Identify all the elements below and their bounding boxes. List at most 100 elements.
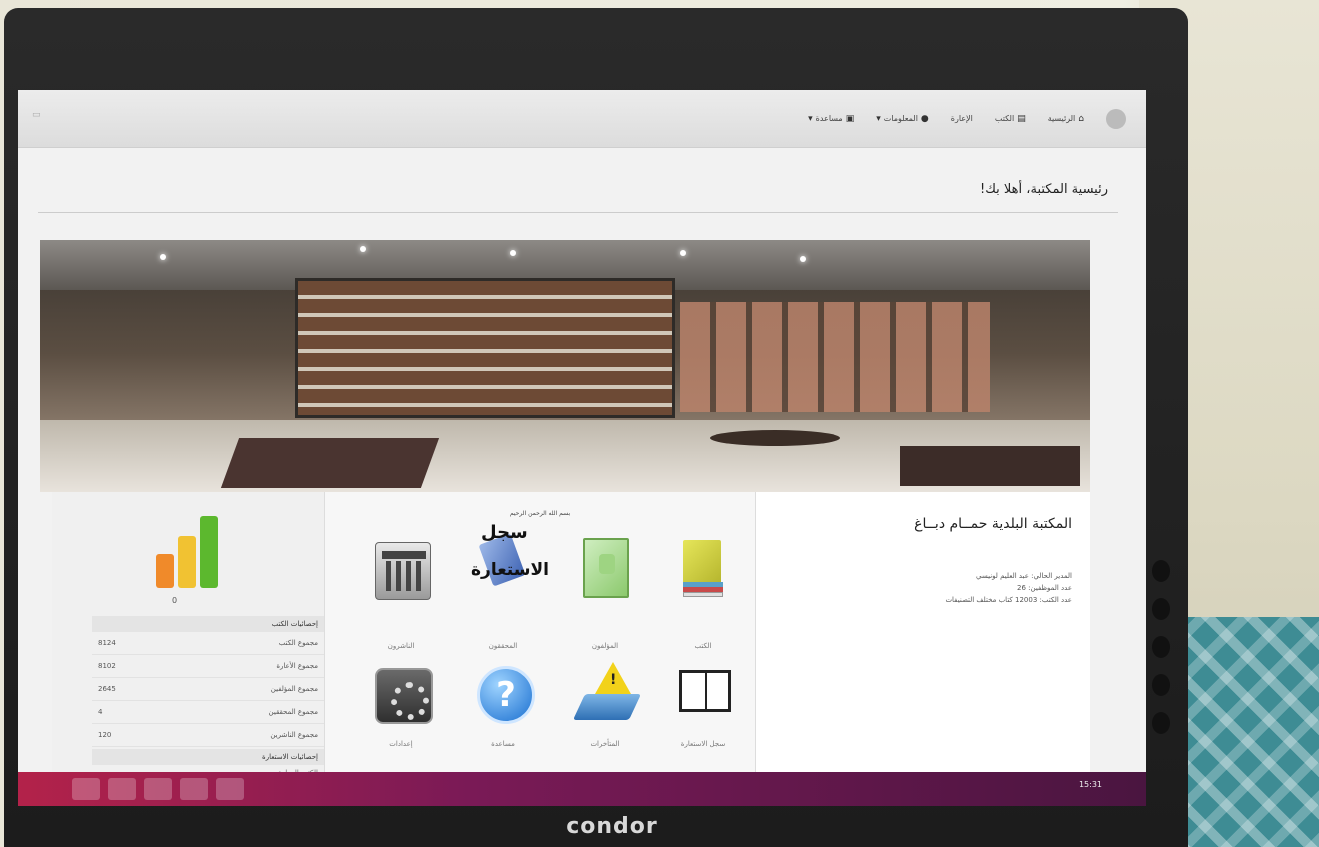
- tile-publishers[interactable]: الناشرون: [353, 536, 449, 656]
- nav-item-label: الإعارة: [950, 114, 973, 123]
- tile-label: إعدادات: [389, 740, 413, 748]
- books-icon: [673, 536, 733, 602]
- tile-borrow-log[interactable]: سجل الاستعارة: [655, 662, 751, 782]
- tile-label: المحققون: [488, 642, 518, 650]
- table-row: مجموع الكتب 8124: [92, 632, 324, 655]
- stats-table: إحصائيات الكتب مجموع الكتب 8124 مجموع ال…: [92, 616, 324, 781]
- table-row: مجموع الأعارة 8102: [92, 655, 324, 678]
- tile-editors[interactable]: سجل الاستعارة المحققون: [455, 522, 551, 650]
- tile-help[interactable]: ? مساعدة: [455, 662, 551, 782]
- ceiling-light: [510, 250, 516, 256]
- bar-chart-bar: [156, 554, 174, 588]
- help-icon: ▣: [845, 113, 855, 124]
- tile-books[interactable]: الكتب: [655, 536, 751, 656]
- tile-authors[interactable]: المؤلفون: [557, 536, 653, 656]
- publisher-icon: [371, 536, 431, 602]
- tile-overdue[interactable]: ! المتأخرات: [557, 662, 653, 782]
- library-name: المكتبة البلدية حمــام دبــاغ: [914, 516, 1072, 532]
- library-banner-image: [40, 240, 1090, 492]
- bar-chart-bar: [178, 536, 196, 588]
- library-info: المدير الحالي: عبد العليم لونيسي عدد الم…: [774, 570, 1072, 606]
- banner-bench: [900, 446, 1080, 486]
- library-info-line: عدد الموظفين: 26: [1017, 584, 1072, 592]
- tile-label: الناشرون: [387, 642, 415, 650]
- record-icon-text: سجل: [481, 522, 528, 543]
- nav-item-label: الكتب: [994, 114, 1015, 123]
- monitor-button[interactable]: [1152, 560, 1170, 582]
- stat-value: 120: [98, 731, 112, 739]
- divider: [38, 212, 1118, 213]
- bookshelves: [295, 278, 675, 418]
- settings-icon: [371, 662, 433, 728]
- banner-rug: [710, 430, 840, 446]
- book-icon: ▤: [1017, 113, 1026, 124]
- home-icon: ⌂: [1078, 113, 1084, 124]
- nav-item-label: المعلومات: [883, 114, 918, 123]
- monitor-frame: ⌂ الرئيسية ▤ الكتب الإعارة ● المعلومات ▾…: [4, 8, 1188, 847]
- dashboard-panel: بسم الله الرحمن الرحيم الكتب المؤلفون سج…: [324, 492, 756, 806]
- tray-clock[interactable]: 15:31: [1079, 780, 1102, 789]
- open-book-icon: [673, 662, 733, 728]
- marble-wall: [680, 302, 990, 412]
- table-row: مجموع المحققين 4: [92, 701, 324, 724]
- library-info-panel: المكتبة البلدية حمــام دبــاغ المدير الح…: [756, 492, 1090, 806]
- nav-item-info[interactable]: ● المعلومات ▾: [876, 114, 929, 124]
- tile-label: مساعدة: [491, 740, 515, 748]
- table-row: مجموع المؤلفين 2645: [92, 678, 324, 701]
- page-title: رئيسية المكتبة، أهلا بك!: [980, 182, 1108, 197]
- bar-chart-bar: [200, 516, 218, 588]
- monitor-button[interactable]: [1152, 674, 1170, 696]
- taskbar-app-icon[interactable]: [180, 778, 208, 800]
- nav-item-help[interactable]: ▣ مساعدة ▾: [808, 114, 854, 124]
- monitor-button[interactable]: [1152, 712, 1170, 734]
- nav-item-label: مساعدة: [815, 114, 843, 123]
- ceiling-light: [160, 254, 166, 260]
- taskbar-folder-icon[interactable]: [108, 778, 136, 800]
- monitor-buttons: [1152, 560, 1172, 760]
- stat-label: مجموع الناشرين: [270, 731, 318, 739]
- info-icon: ●: [920, 113, 929, 124]
- screen: ⌂ الرئيسية ▤ الكتب الإعارة ● المعلومات ▾…: [18, 90, 1146, 806]
- nav-item-label: الرئيسية: [1047, 114, 1076, 123]
- taskbar-media-icon[interactable]: [144, 778, 172, 800]
- stats-footer: إحصائيات الاستعارة: [92, 749, 324, 765]
- nav-item-home[interactable]: ⌂ الرئيسية: [1048, 114, 1084, 124]
- tile-label: المتأخرات: [590, 740, 620, 748]
- table-row: مجموع الناشرين 120: [92, 724, 324, 747]
- help-icon: ?: [473, 662, 535, 728]
- nav-item-books[interactable]: ▤ الكتب: [995, 114, 1026, 124]
- taskbar: 15:31: [18, 772, 1146, 806]
- stats-panel: 0 إحصائيات الكتب مجموع الكتب 8124 مجموع …: [52, 492, 324, 806]
- stat-label: مجموع المحققين: [268, 708, 319, 716]
- ceiling-light: [680, 250, 686, 256]
- monitor-brand-logo: condor: [566, 814, 658, 839]
- top-navbar: ⌂ الرئيسية ▤ الكتب الإعارة ● المعلومات ▾…: [18, 90, 1146, 148]
- record-icon-text: الاستعارة: [471, 560, 549, 580]
- taskbar-app-icon[interactable]: [216, 778, 244, 800]
- chevron-down-icon: ▾: [876, 113, 881, 124]
- nav-item-borrow[interactable]: الإعارة: [951, 114, 973, 123]
- stats-count: 0: [172, 596, 178, 605]
- basmala: بسم الله الرحمن الرحيم: [509, 510, 571, 517]
- tile-label: المؤلفون: [591, 642, 619, 650]
- monitor-button[interactable]: [1152, 636, 1170, 658]
- author-icon: [575, 536, 635, 602]
- stat-label: مجموع المؤلفين: [270, 685, 318, 693]
- library-info-line: المدير الحالي: عبد العليم لونيسي: [976, 572, 1072, 580]
- app-logo[interactable]: ▭: [32, 110, 41, 120]
- user-avatar[interactable]: [1106, 108, 1126, 129]
- chevron-down-icon: ▾: [808, 113, 813, 124]
- tile-settings[interactable]: إعدادات: [353, 662, 449, 782]
- stat-label: مجموع الأعارة: [276, 662, 318, 670]
- stats-header: إحصائيات الكتب: [92, 616, 324, 632]
- ceiling-light: [360, 246, 366, 252]
- borrow-record-icon: سجل الاستعارة: [471, 522, 549, 602]
- bar-chart-icon: [156, 512, 230, 588]
- monitor-button[interactable]: [1152, 598, 1170, 620]
- stat-value: 8102: [98, 662, 116, 670]
- stat-label: مجموع الكتب: [278, 639, 318, 647]
- library-info-line: عدد الكتب: 12003 كتاب مختلف التصنيفات: [945, 596, 1072, 604]
- taskbar-ie-icon[interactable]: [72, 778, 100, 800]
- warning-book-icon: !: [572, 662, 642, 728]
- tile-label: سجل الاستعارة: [680, 740, 726, 748]
